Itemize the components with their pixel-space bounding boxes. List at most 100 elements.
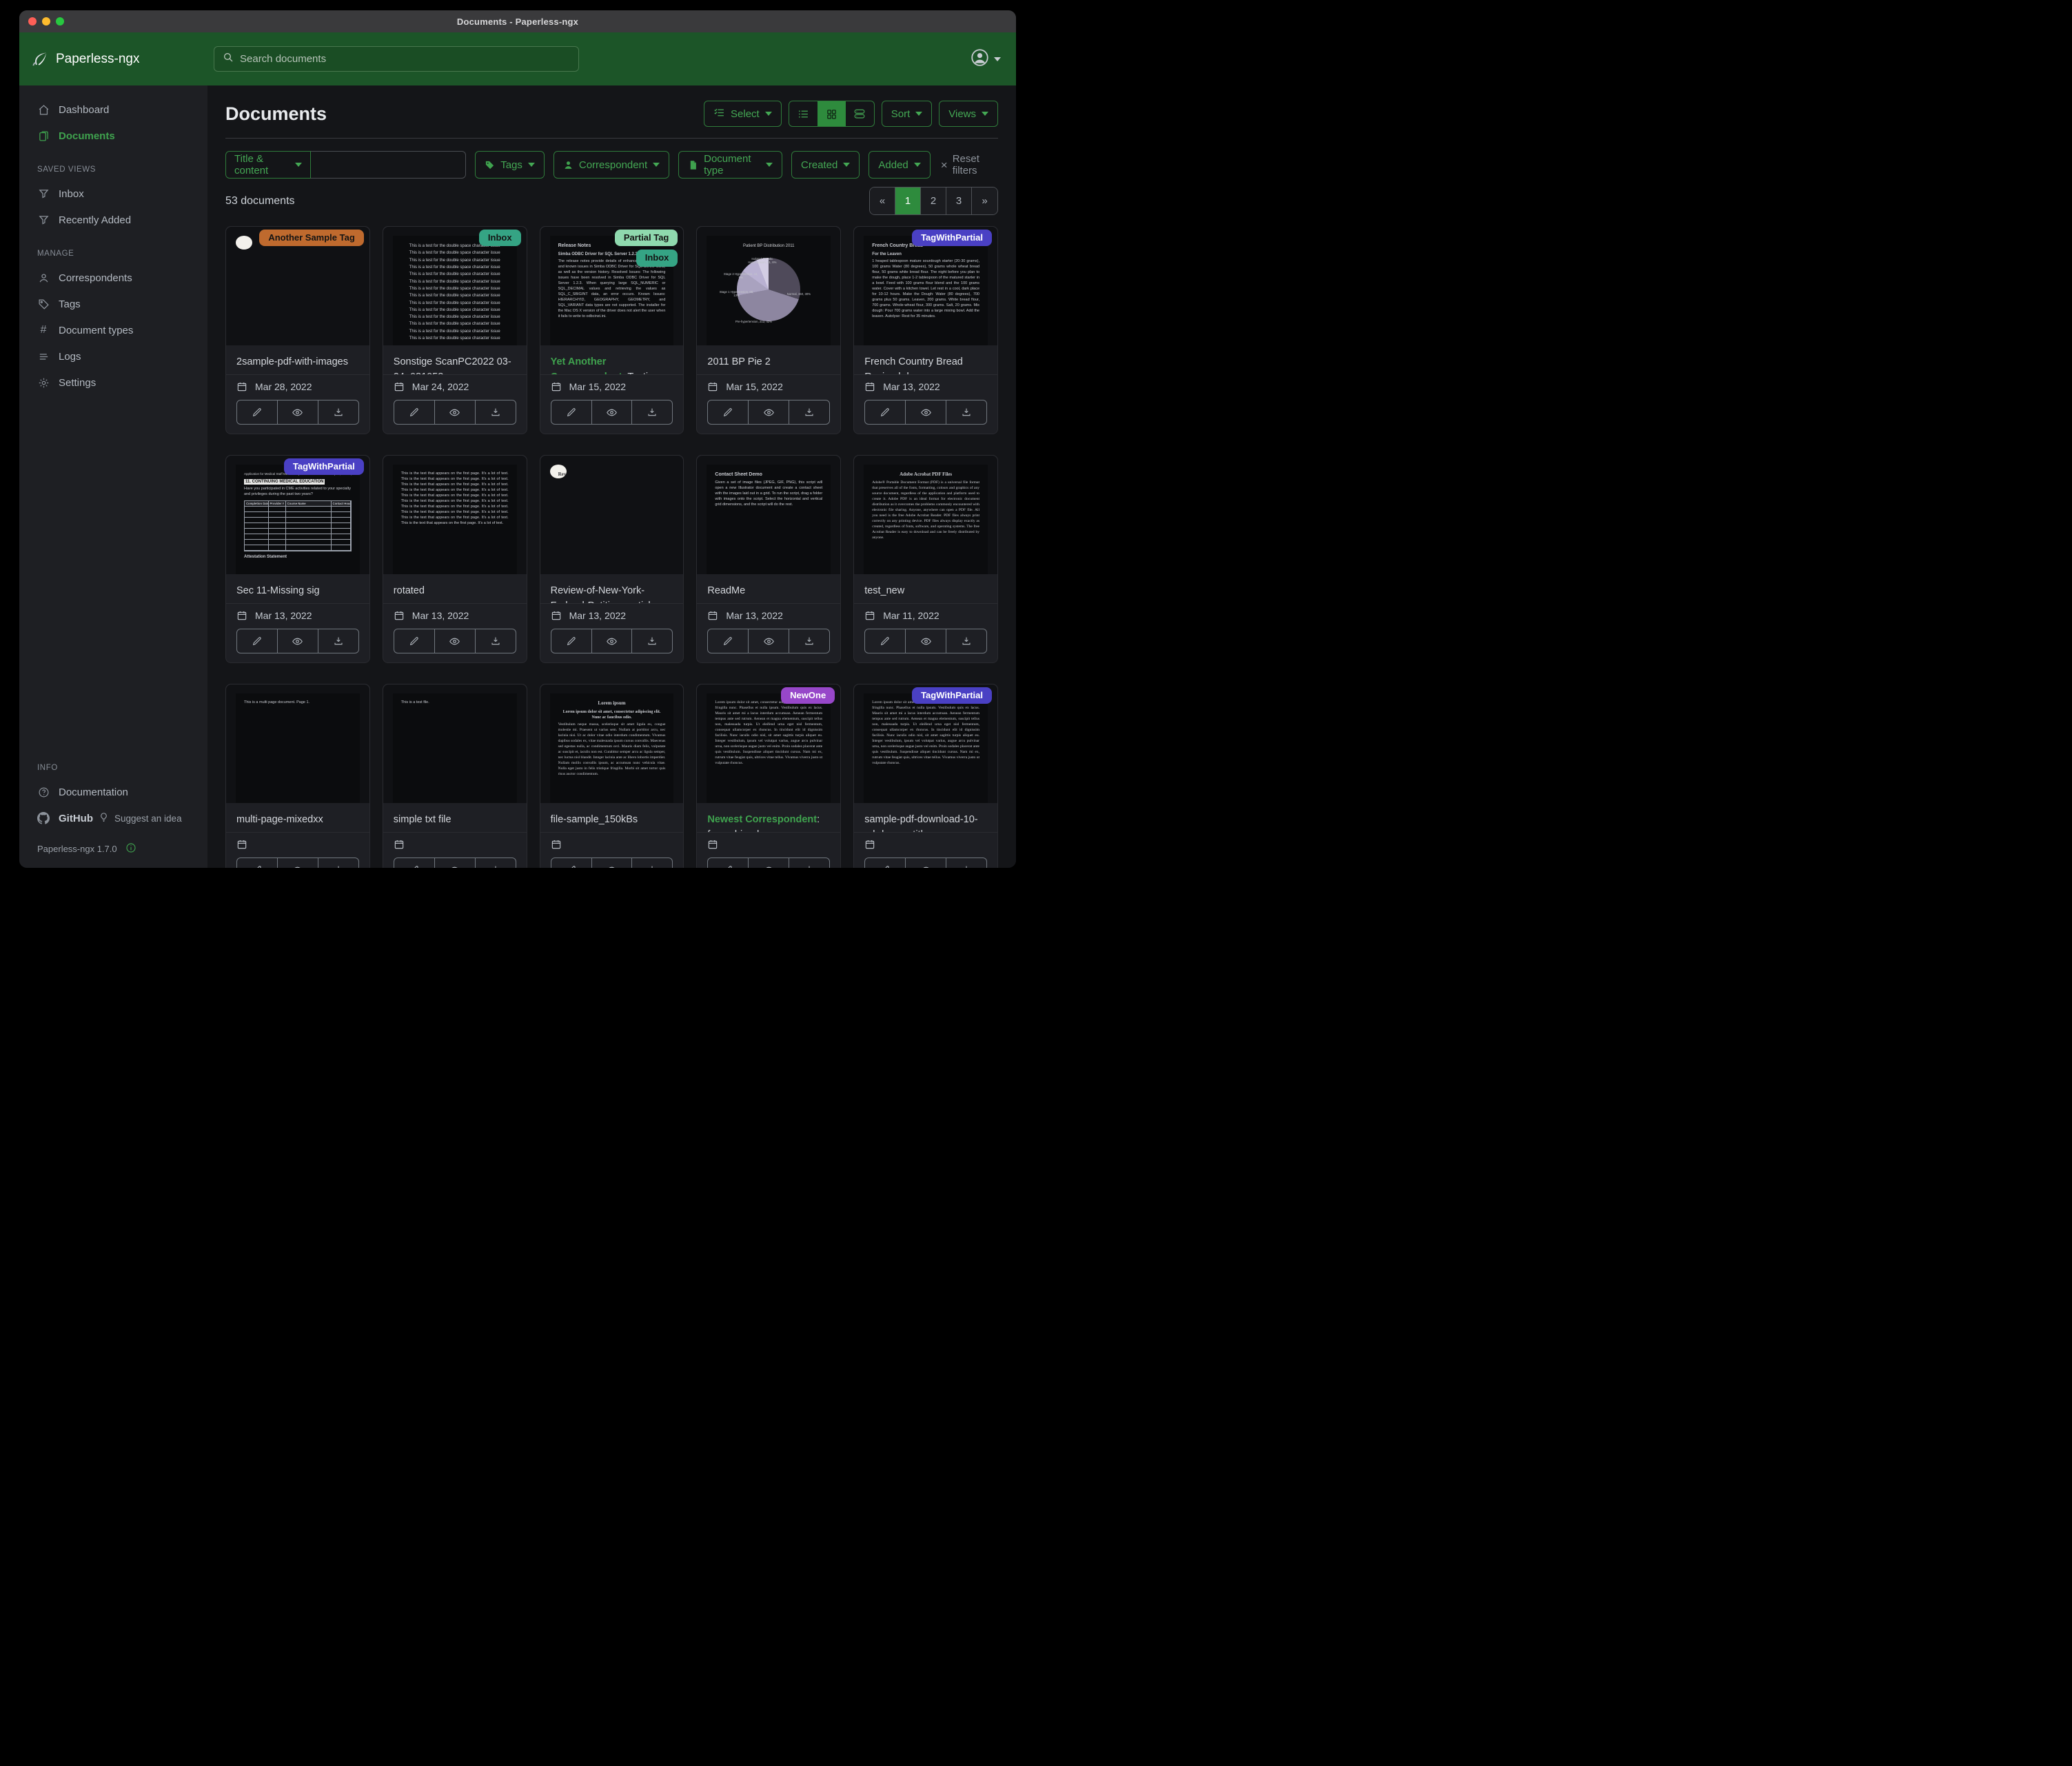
download-button[interactable]: [476, 629, 516, 653]
sidebar-item-document-types[interactable]: # Document types: [19, 317, 207, 343]
download-button[interactable]: [946, 629, 986, 653]
document-thumbnail[interactable]: Lorem ipsumLorem ipsum dolor sit amet, c…: [540, 684, 684, 803]
document-title[interactable]: Sec 11-Missing sig: [226, 574, 369, 603]
view-button[interactable]: [906, 400, 946, 424]
view-button[interactable]: [906, 858, 946, 868]
view-button[interactable]: [278, 400, 318, 424]
grid-view-button[interactable]: [817, 101, 846, 126]
view-button[interactable]: [435, 858, 476, 868]
sidebar-item-github[interactable]: GitHub: [19, 805, 99, 831]
close-window-button[interactable]: [28, 17, 37, 26]
document-title[interactable]: Newest Correspondent: f_combineds: [697, 803, 840, 832]
document-title[interactable]: file-sample_150kBs: [540, 803, 684, 832]
document-title[interactable]: Yet Another Correspondent: Testing Email: [540, 345, 684, 374]
search-input[interactable]: [240, 53, 570, 65]
download-button[interactable]: [476, 858, 516, 868]
download-button[interactable]: [946, 858, 986, 868]
list-view-button[interactable]: [789, 101, 817, 126]
edit-button[interactable]: [708, 629, 749, 653]
sidebar-item-dashboard[interactable]: Dashboard: [19, 97, 207, 123]
view-button[interactable]: [906, 629, 946, 653]
view-button[interactable]: [435, 400, 476, 424]
sidebar-item-inbox[interactable]: Inbox: [19, 181, 207, 207]
edit-button[interactable]: [551, 400, 592, 424]
view-button[interactable]: [435, 629, 476, 653]
document-thumbnail[interactable]: This is the text that appears on the fir…: [383, 456, 527, 574]
view-button[interactable]: [592, 858, 633, 868]
edit-button[interactable]: [394, 858, 435, 868]
edit-button[interactable]: [865, 629, 906, 653]
document-thumbnail[interactable]: Contact Sheet DemoGiven a set of image f…: [697, 456, 840, 574]
view-button[interactable]: [592, 629, 633, 653]
sidebar-item-correspondents[interactable]: Correspondents: [19, 265, 207, 291]
download-button[interactable]: [632, 858, 672, 868]
sidebar-item-tags[interactable]: Tags: [19, 291, 207, 317]
document-thumbnail[interactable]: This is a test file.: [383, 684, 527, 803]
tag-badge[interactable]: Inbox: [636, 250, 678, 266]
correspondent-link[interactable]: Newest Correspondent: [707, 814, 817, 825]
reset-filters-button[interactable]: × Reset filters: [941, 153, 998, 176]
document-title[interactable]: French Country Bread Revised.docx: [854, 345, 997, 374]
document-title[interactable]: 2sample-pdf-with-images: [226, 345, 369, 374]
document-type-filter-button[interactable]: Document type: [678, 151, 782, 179]
edit-button[interactable]: [708, 400, 749, 424]
download-button[interactable]: [946, 400, 986, 424]
edit-button[interactable]: [394, 400, 435, 424]
edit-button[interactable]: [394, 629, 435, 653]
app-brand[interactable]: Paperless-ngx: [32, 51, 214, 68]
document-thumbnail[interactable]: This is a multi page document. Page 1.: [226, 684, 369, 803]
window-titlebar[interactable]: Documents - Paperless-ngx: [19, 10, 1016, 32]
sidebar-item-logs[interactable]: Logs: [19, 343, 207, 369]
document-title[interactable]: 2011 BP Pie 2: [697, 345, 840, 374]
created-filter-button[interactable]: Created: [791, 151, 860, 179]
download-button[interactable]: [476, 400, 516, 424]
sidebar-item-recently-added[interactable]: Recently Added: [19, 207, 207, 233]
sort-dropdown-button[interactable]: Sort: [882, 101, 933, 127]
select-dropdown-button[interactable]: Select: [704, 101, 782, 127]
view-button[interactable]: [749, 400, 789, 424]
sidebar-item-settings[interactable]: Settings: [19, 369, 207, 396]
document-thumbnail[interactable]: Review of New York Federal Petitions for…: [540, 456, 684, 574]
pagination-prev-button[interactable]: «: [870, 187, 895, 214]
tag-badge[interactable]: Inbox: [479, 230, 521, 246]
title-content-dropdown-button[interactable]: Title & content: [225, 151, 311, 179]
title-content-input[interactable]: [311, 151, 466, 179]
user-menu[interactable]: [971, 48, 1001, 70]
tags-filter-button[interactable]: Tags: [475, 151, 545, 179]
view-button[interactable]: [278, 858, 318, 868]
correspondent-filter-button[interactable]: Correspondent: [553, 151, 669, 179]
edit-button[interactable]: [237, 400, 278, 424]
zoom-window-button[interactable]: [56, 17, 64, 26]
info-circle-icon[interactable]: [125, 842, 136, 855]
download-button[interactable]: [632, 629, 672, 653]
download-button[interactable]: [789, 400, 829, 424]
tag-badge[interactable]: TagWithPartial: [912, 230, 992, 246]
edit-button[interactable]: [237, 858, 278, 868]
document-title[interactable]: test_new: [854, 574, 997, 603]
pagination-page-3[interactable]: 3: [946, 187, 972, 214]
document-title[interactable]: multi-page-mixedxx: [226, 803, 369, 832]
edit-button[interactable]: [551, 629, 592, 653]
document-title[interactable]: Sonstige ScanPC2022 03-24_081058: [383, 345, 527, 374]
tag-badge[interactable]: Partial Tag: [615, 230, 678, 246]
detail-view-button[interactable]: [846, 101, 874, 126]
document-title[interactable]: ReadMe: [697, 574, 840, 603]
tag-badge[interactable]: TagWithPartial: [912, 687, 992, 704]
document-title[interactable]: simple txt file: [383, 803, 527, 832]
sidebar-item-documents[interactable]: Documents: [19, 123, 207, 149]
edit-button[interactable]: [237, 629, 278, 653]
correspondent-link[interactable]: Yet Another Correspondent: [551, 356, 622, 374]
tag-badge[interactable]: NewOne: [781, 687, 835, 704]
minimize-window-button[interactable]: [42, 17, 50, 26]
edit-button[interactable]: [551, 858, 592, 868]
views-dropdown-button[interactable]: Views: [939, 101, 998, 127]
global-search[interactable]: [214, 46, 579, 72]
pagination-next-button[interactable]: »: [972, 187, 997, 214]
view-button[interactable]: [749, 858, 789, 868]
pagination-page-2[interactable]: 2: [921, 187, 946, 214]
download-button[interactable]: [632, 400, 672, 424]
download-button[interactable]: [318, 400, 358, 424]
edit-button[interactable]: [865, 400, 906, 424]
document-thumbnail[interactable]: Patient BP Distribution 2011Normal, 150,…: [697, 227, 840, 345]
view-button[interactable]: [749, 629, 789, 653]
